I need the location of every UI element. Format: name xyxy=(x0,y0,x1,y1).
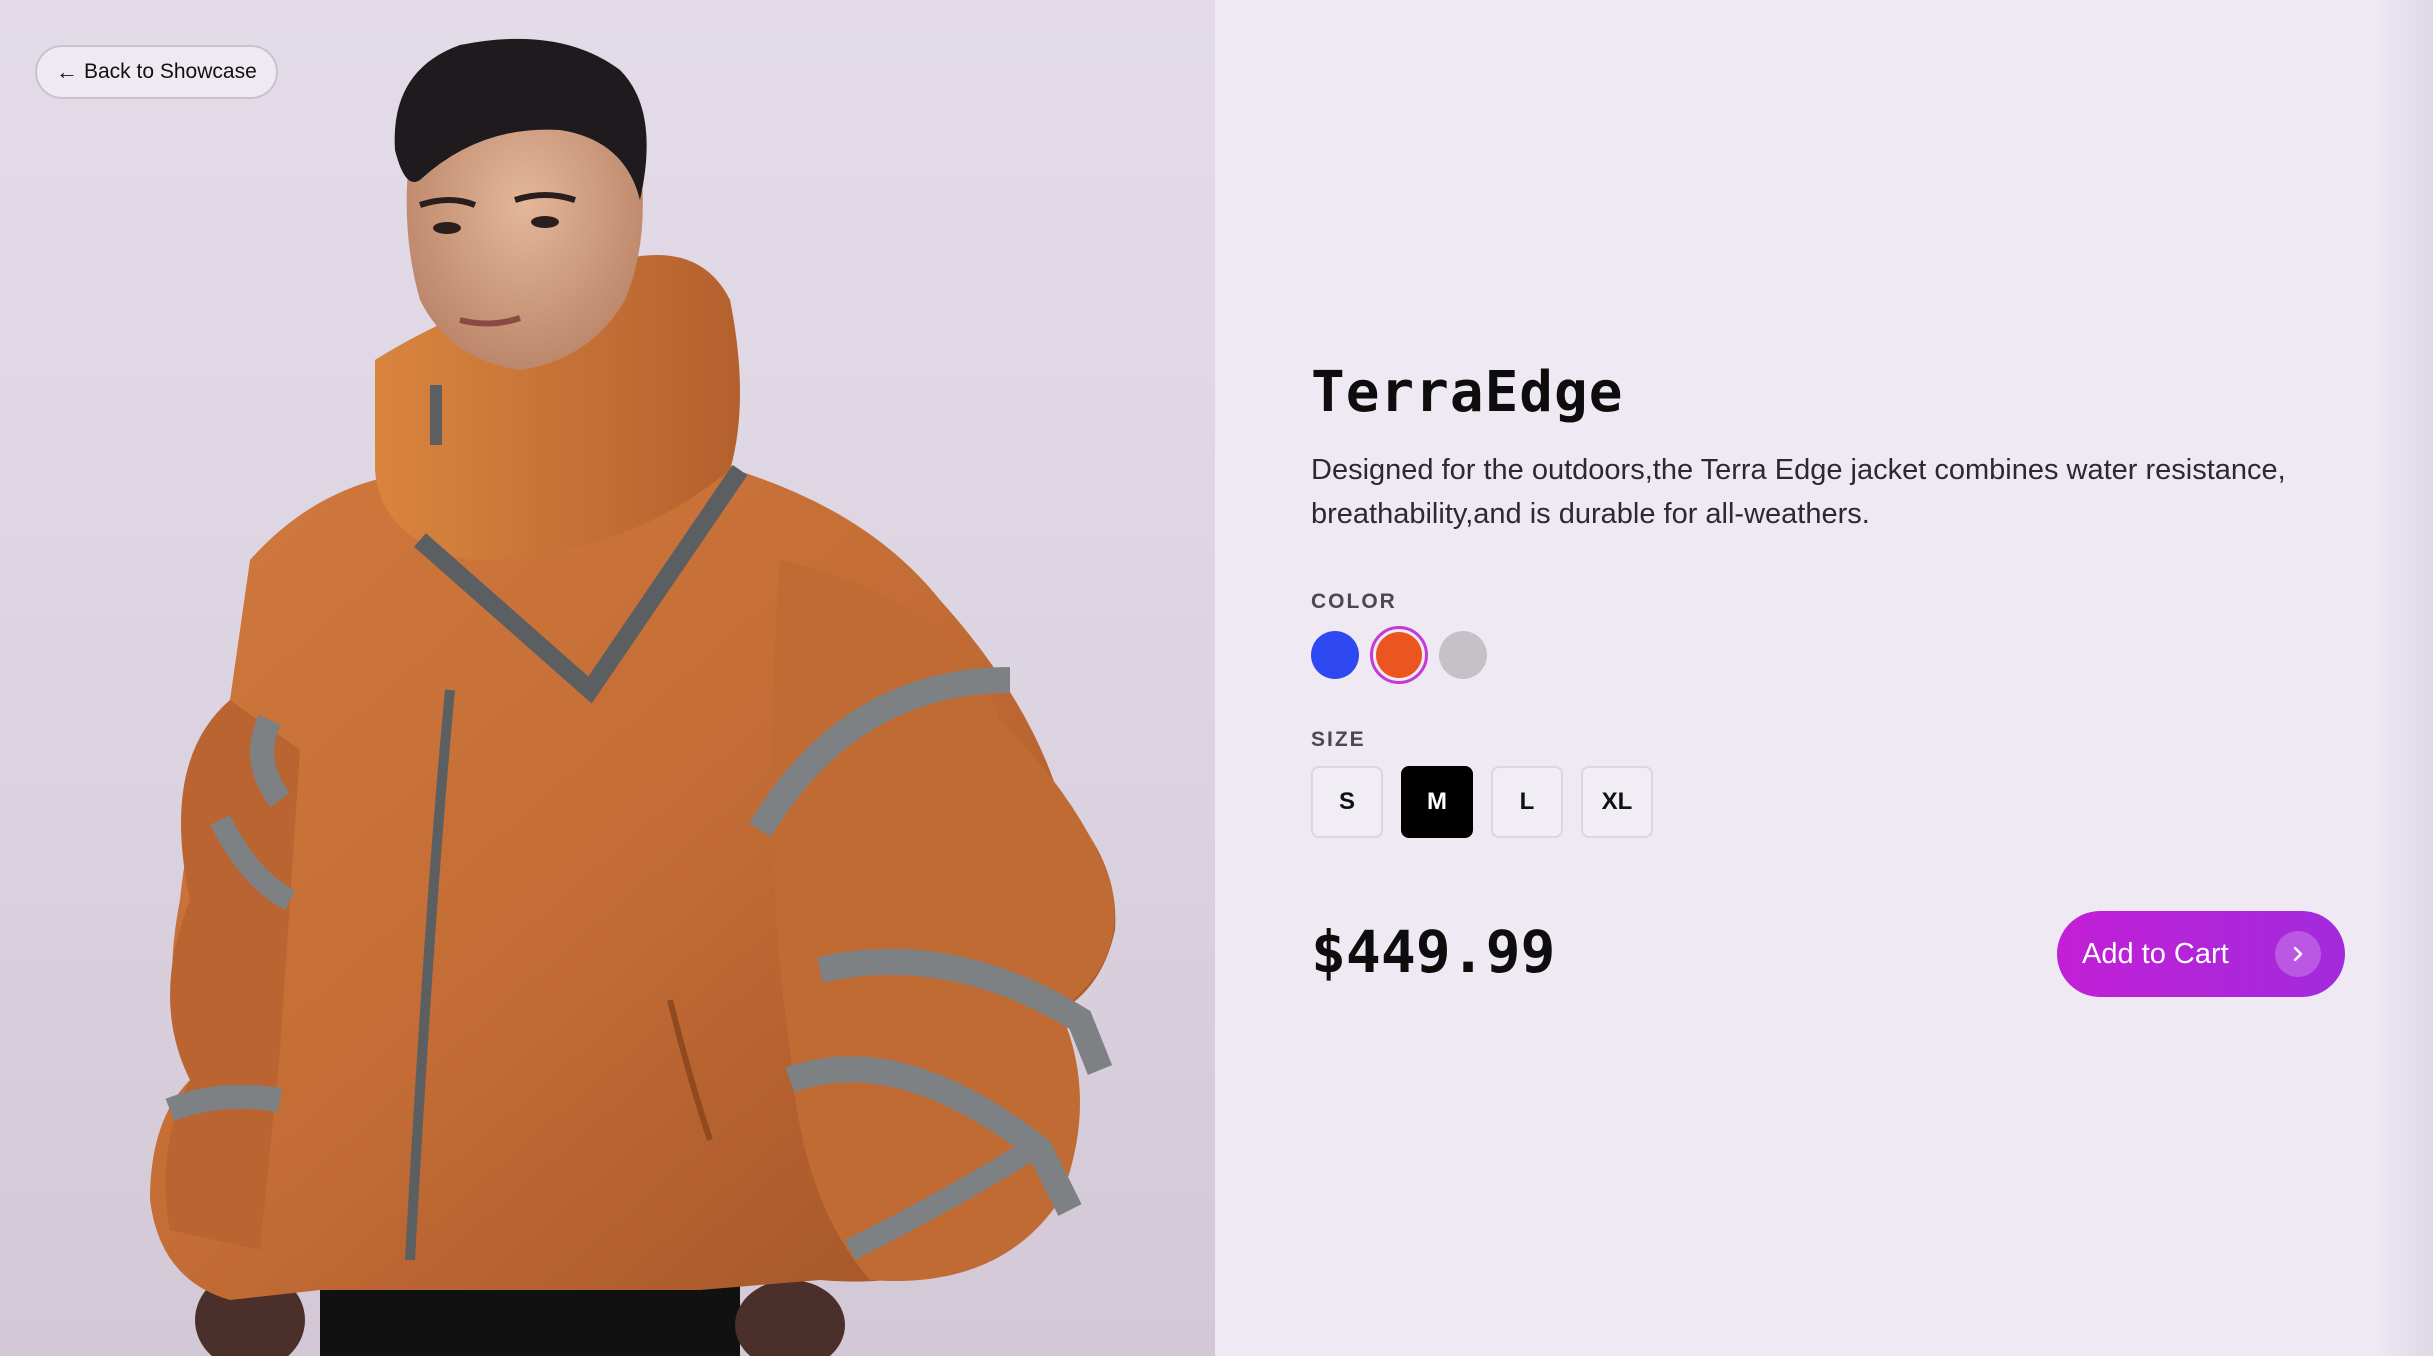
color-swatch-orange[interactable] xyxy=(1370,626,1428,684)
color-swatch-grey[interactable] xyxy=(1439,631,1487,679)
color-swatches xyxy=(1311,626,1487,684)
size-label: SIZE xyxy=(1311,728,1366,751)
size-option-l[interactable]: L xyxy=(1491,766,1563,838)
color-swatch-blue[interactable] xyxy=(1311,631,1359,679)
size-option-m[interactable]: M xyxy=(1401,766,1473,838)
model-jacket-illustration xyxy=(150,38,1116,1356)
product-price: $449.99 xyxy=(1311,918,1556,986)
color-label: COLOR xyxy=(1311,590,1397,613)
size-options: S M L XL xyxy=(1311,766,1653,838)
back-button-label: Back to Showcase xyxy=(84,60,257,83)
arrow-left-icon: ← xyxy=(56,59,78,84)
product-details: TerraEdge Designed for the outdoors,the … xyxy=(1215,0,2433,1356)
size-option-s[interactable]: S xyxy=(1311,766,1383,838)
product-description: Designed for the outdoors,the Terra Edge… xyxy=(1311,454,2286,530)
product-image: ← Back to Showcase xyxy=(0,0,1215,1356)
chevron-right-icon xyxy=(2275,931,2321,977)
add-to-cart-button[interactable]: Add to Cart xyxy=(2057,911,2345,997)
size-option-xl[interactable]: XL xyxy=(1581,766,1653,838)
add-to-cart-label: Add to Cart xyxy=(2082,937,2229,970)
back-to-showcase-button[interactable]: ← Back to Showcase xyxy=(35,45,278,99)
product-title: TerraEdge xyxy=(1311,360,1624,425)
